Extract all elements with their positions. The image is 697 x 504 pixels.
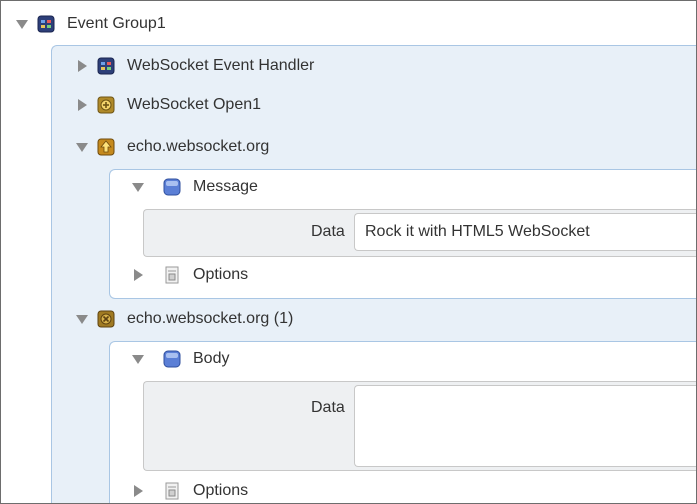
send-options-label: Options [193,266,249,283]
message-icon [163,178,181,196]
websocket-send-icon [97,138,115,156]
tree-row-send-options[interactable]: Options [131,260,248,290]
tree-row-websocket-close[interactable]: echo.websocket.org (1) [75,304,293,334]
event-tree-panel: Data Rock it with HTML5 WebSocket Data E… [0,0,697,504]
websocket-close-icon [97,310,115,328]
triangle-collapsed-icon[interactable] [75,98,89,112]
websocket-open-icon [97,96,115,114]
body-data-input[interactable] [354,385,696,467]
triangle-collapsed-icon[interactable] [131,268,145,282]
options-icon [163,482,181,500]
triangle-collapsed-icon[interactable] [131,484,145,498]
websocket-send-label: echo.websocket.org [127,138,270,155]
body-data-label: Data [311,399,345,416]
options-icon [163,266,181,284]
tree-row-body[interactable]: Body [131,344,229,374]
tree-row-websocket-send[interactable]: echo.websocket.org [75,132,269,162]
message-data-label: Data [311,223,345,240]
message-label: Message [193,178,258,195]
triangle-expanded-icon[interactable] [75,312,89,326]
tree-row-message[interactable]: Message [131,172,258,202]
triangle-expanded-icon[interactable] [131,352,145,366]
body-icon [163,350,181,368]
triangle-expanded-icon[interactable] [15,17,29,31]
tree-row-event-group[interactable]: Event Group1 [15,9,166,39]
triangle-collapsed-icon[interactable] [75,59,89,73]
websocket-open-label: WebSocket Open1 [127,96,262,113]
triangle-expanded-icon[interactable] [131,180,145,194]
body-label: Body [193,350,230,367]
tree-row-close-options[interactable]: Options [131,476,249,503]
message-data-input[interactable]: Rock it with HTML5 WebSocket [354,213,696,251]
event-handler-icon [97,57,115,75]
close-options-label: Options [193,482,249,499]
tree-row-event-handler[interactable]: WebSocket Event Handler [75,51,314,81]
event-handler-label: WebSocket Event Handler [127,57,315,74]
triangle-expanded-icon[interactable] [75,140,89,154]
tree-row-websocket-open[interactable]: WebSocket Open1 [75,90,261,120]
event-group-label: Event Group1 [67,15,166,32]
websocket-close-label: echo.websocket.org (1) [127,310,294,327]
event-group-icon [37,15,55,33]
